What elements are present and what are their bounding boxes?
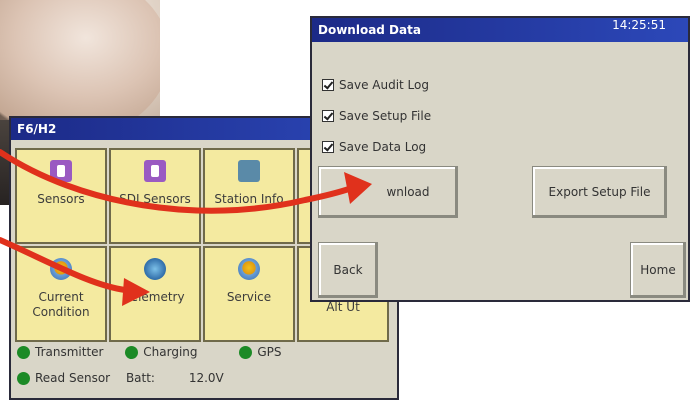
status-row-2: Read Sensor Batt: 12.0V xyxy=(17,371,224,385)
transmitter-indicator-icon xyxy=(17,346,30,359)
download-title-text: Download Data xyxy=(318,23,421,37)
back-button-label: Back xyxy=(333,263,363,277)
tile-label: Current Condition xyxy=(32,290,90,319)
export-setup-file-button[interactable]: Export Setup File xyxy=(532,166,667,218)
station-info-icon xyxy=(238,160,260,182)
gps-indicator-icon xyxy=(239,346,253,359)
checkbox-checked-icon xyxy=(322,141,334,153)
save-data-log-checkbox[interactable]: Save Data Log xyxy=(322,140,426,154)
download-button[interactable]: wnload xyxy=(318,166,458,218)
read-sensor-label: Read Sensor xyxy=(35,371,111,385)
download-window-title: Download Data 14:25:51 xyxy=(312,18,688,42)
checkbox-label: Save Data Log xyxy=(339,140,427,154)
tile-sensors[interactable]: Sensors xyxy=(15,148,107,244)
checkbox-label: Save Audit Log xyxy=(339,78,429,92)
gps-label: GPS xyxy=(257,345,282,359)
charging-indicator-icon xyxy=(125,346,139,359)
telemetry-icon xyxy=(144,258,166,280)
checkbox-checked-icon xyxy=(322,110,334,122)
download-window: Download Data 14:25:51 Save Audit Log Sa… xyxy=(310,16,690,302)
clock: 14:25:51 xyxy=(612,18,666,32)
transmitter-label: Transmitter xyxy=(35,345,104,359)
current-condition-icon xyxy=(50,258,72,280)
tile-label: Station Info xyxy=(214,192,284,206)
charging-label: Charging xyxy=(143,345,198,359)
home-button[interactable]: Home xyxy=(630,242,686,298)
tile-label: Sensors xyxy=(37,192,85,206)
read-sensor-indicator-icon xyxy=(17,372,30,385)
status-row-1: Transmitter Charging GPS xyxy=(17,345,282,359)
home-button-label: Home xyxy=(640,263,676,277)
tile-sdi-sensors[interactable]: SDI Sensors xyxy=(109,148,201,244)
checkbox-label: Save Setup File xyxy=(339,109,432,123)
tile-label: Service xyxy=(226,290,272,304)
export-button-label: Export Setup File xyxy=(548,185,651,199)
tile-service[interactable]: Service xyxy=(203,246,295,342)
tile-current-condition[interactable]: Current Condition xyxy=(15,246,107,342)
tile-label: Telemetry xyxy=(125,290,185,304)
service-icon xyxy=(238,258,260,280)
battery-value: 12.0V xyxy=(188,371,224,385)
sdi-sensor-icon xyxy=(144,160,166,182)
checkbox-checked-icon xyxy=(322,79,334,91)
battery-label: Batt: xyxy=(125,371,155,385)
download-button-label: wnload xyxy=(386,185,430,199)
tile-label: SDI Sensors xyxy=(119,192,191,206)
save-setup-file-checkbox[interactable]: Save Setup File xyxy=(322,109,431,123)
tile-telemetry[interactable]: Telemetry xyxy=(109,246,201,342)
tile-label: Alt Ut xyxy=(326,300,360,314)
save-audit-log-checkbox[interactable]: Save Audit Log xyxy=(322,78,429,92)
back-button[interactable]: Back xyxy=(318,242,378,298)
sensor-icon xyxy=(50,160,72,182)
tile-station-info[interactable]: Station Info xyxy=(203,148,295,244)
